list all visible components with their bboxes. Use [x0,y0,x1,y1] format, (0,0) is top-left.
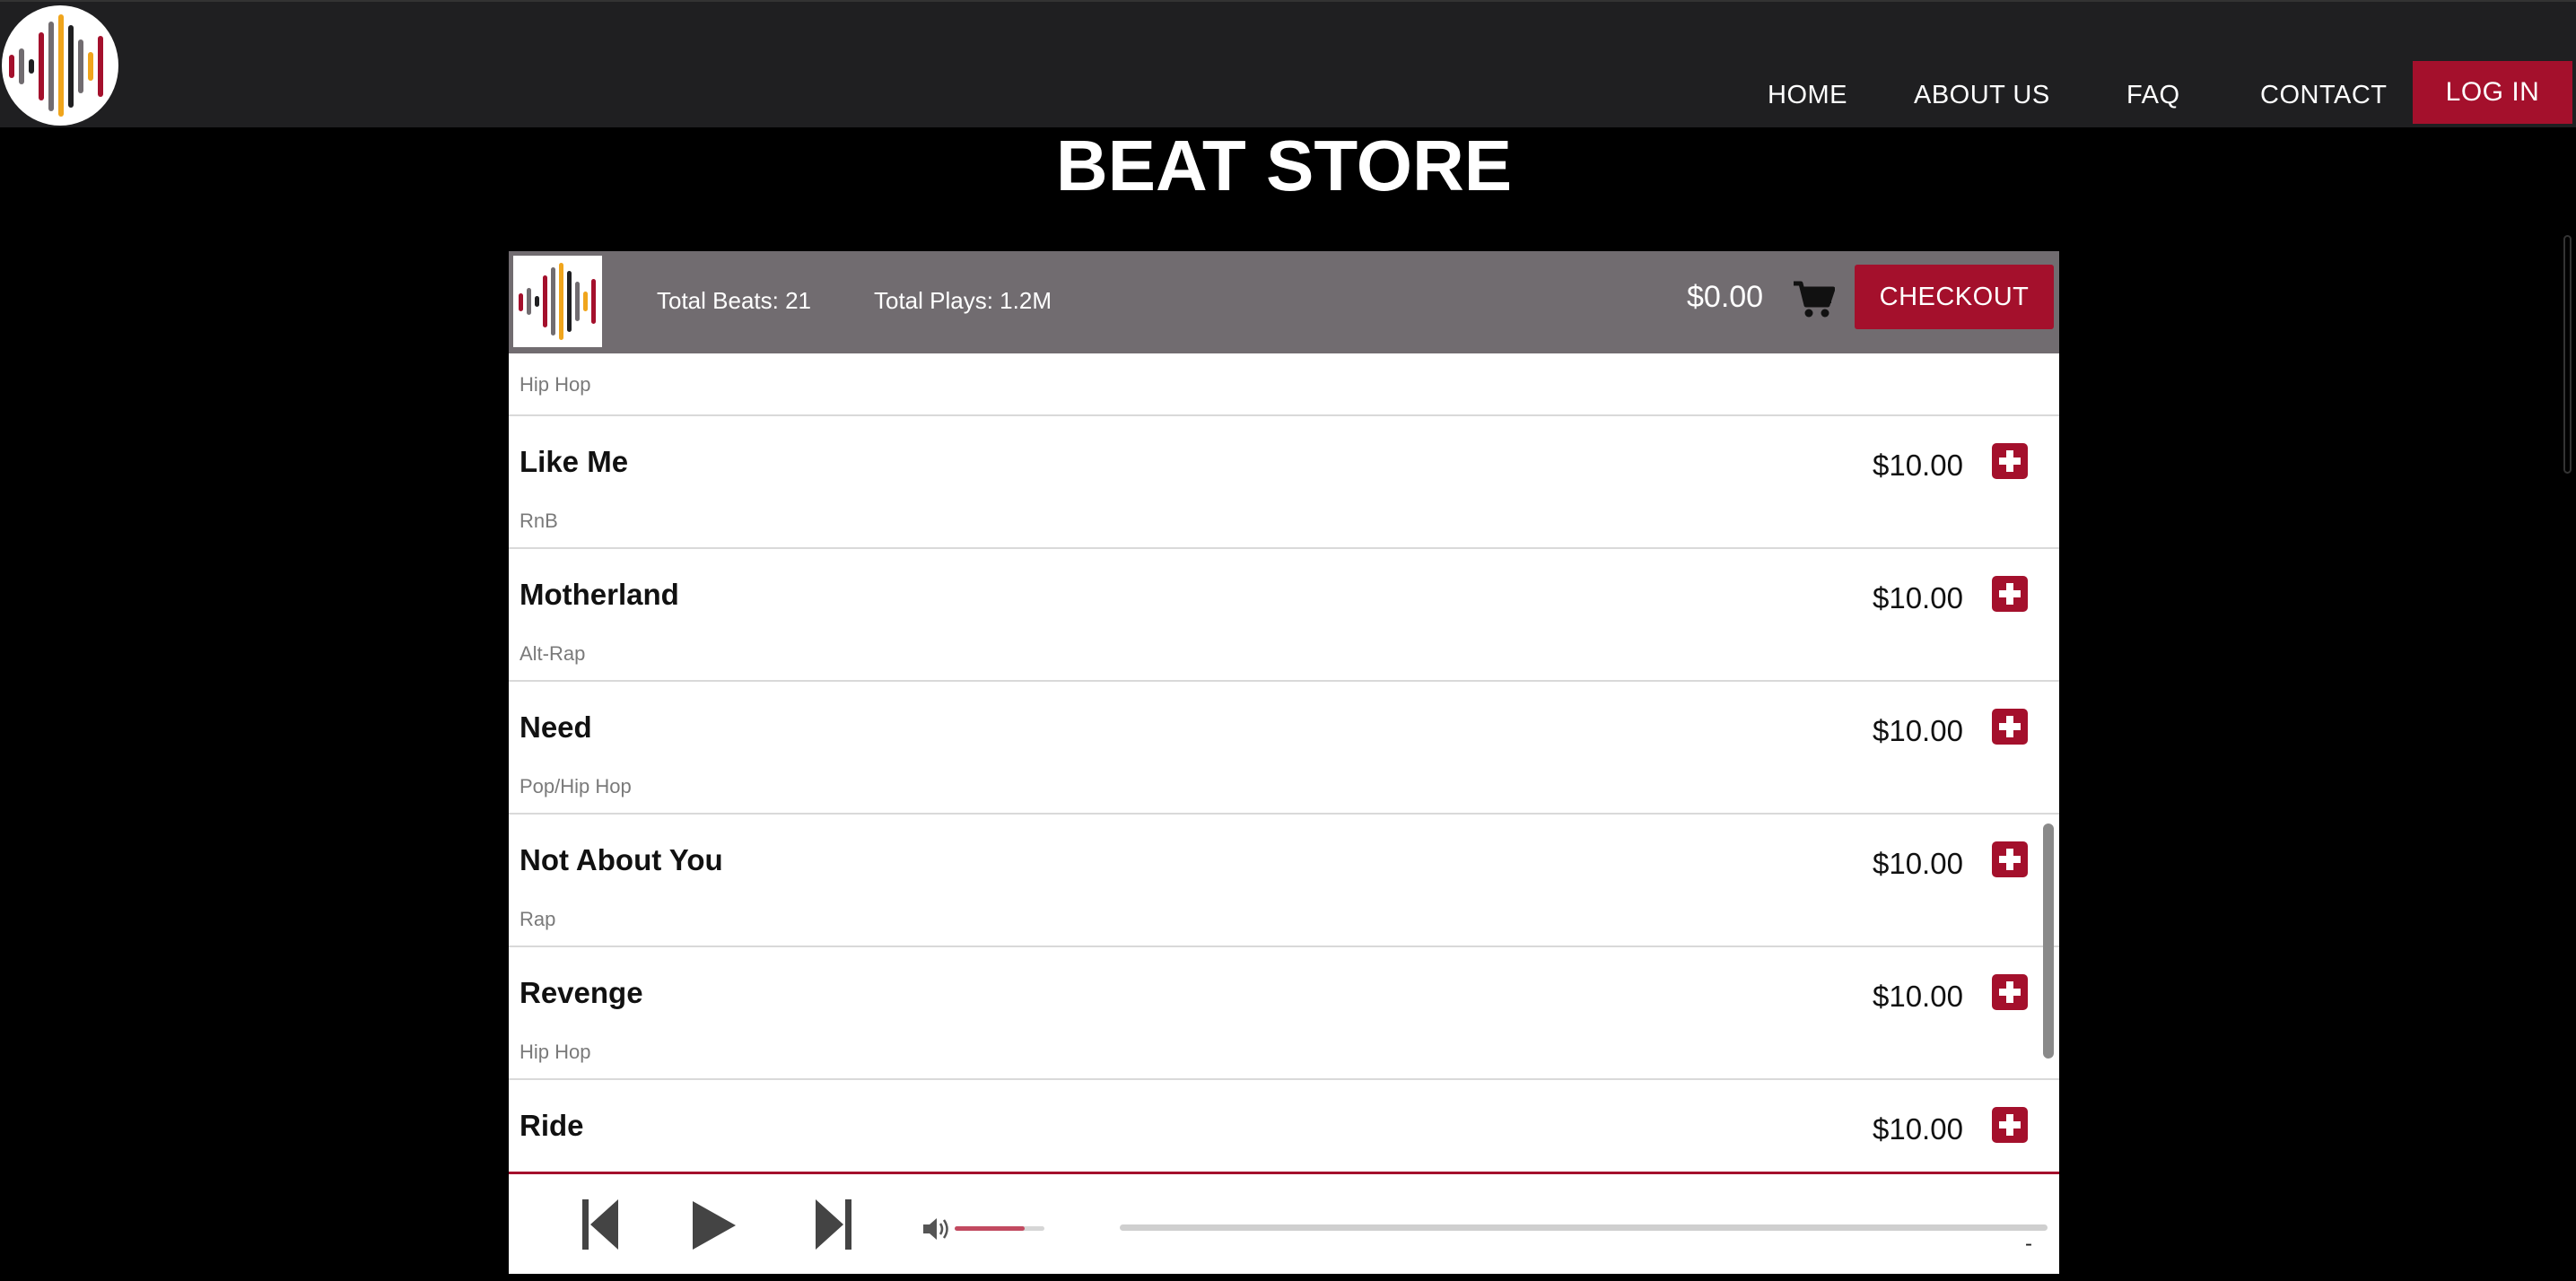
beat-genre: Rap [520,908,556,930]
beat-list: Hip Hop Like Me RnB $10.00 Motherland Al… [509,353,2059,1154]
beat-price: $10.00 [1873,847,1963,880]
list-item[interactable]: Motherland Alt-Rap $10.00 [509,549,2059,682]
beat-title: Revenge [520,976,643,1009]
list-item[interactable]: Ride $10.00 [509,1080,2059,1154]
beat-title: Not About You [520,843,723,876]
beat-genre: Hip Hop [520,1041,591,1063]
store-logo [513,256,602,347]
total-beats-stat: Total Beats: 21 [657,287,811,314]
beat-price: $10.00 [1873,980,1963,1013]
list-item[interactable]: Not About You Rap $10.00 [509,815,2059,947]
list-item[interactable]: Hip Hop [509,353,2059,416]
login-button[interactable]: LOG IN [2413,61,2572,124]
beat-genre: RnB [520,510,558,532]
beat-price: $10.00 [1873,1112,1963,1146]
beat-genre: Alt-Rap [520,642,586,665]
add-to-cart-plus-icon[interactable] [1992,576,2028,612]
beat-price: $10.00 [1873,581,1963,614]
add-to-cart-plus-icon[interactable] [1992,709,2028,745]
nav-about-link[interactable]: ABOUT US [1914,81,2050,110]
shopping-cart-icon[interactable] [1792,280,1835,319]
cart-total: $0.00 [1687,280,1764,314]
beat-list-scrollbar[interactable] [2043,824,2054,1059]
playback-progress-bar[interactable] [1120,1224,2048,1231]
top-navbar: HOME ABOUT US FAQ CONTACT LOG IN [0,0,2576,127]
speaker-icon[interactable] [921,1216,952,1242]
sound-wave-logo-icon [9,14,103,117]
audio-player: - [509,1172,2059,1274]
site-logo[interactable] [2,5,118,126]
beat-title: Ride [520,1109,584,1142]
list-item[interactable]: Need Pop/Hip Hop $10.00 [509,682,2059,815]
beat-title: Like Me [520,445,629,478]
beat-genre: Hip Hop [520,373,591,396]
list-item[interactable]: Like Me RnB $10.00 [509,416,2059,549]
checkout-button[interactable]: CHECKOUT [1855,265,2054,329]
page-scrollbar[interactable] [2563,235,2572,474]
page-title: BEAT STORE [1055,126,1513,205]
volume-slider-fill [955,1226,1025,1231]
play-icon[interactable] [691,1199,738,1251]
total-plays-stat: Total Plays: 1.2M [874,287,1052,314]
add-to-cart-plus-icon[interactable] [1992,841,2028,877]
store-header: Total Beats: 21 Total Plays: 1.2M $0.00 … [509,251,2059,353]
beat-genre: Pop/Hip Hop [520,775,632,797]
time-readout: - [2025,1232,2032,1256]
nav-faq-link[interactable]: FAQ [2126,81,2180,110]
add-to-cart-plus-icon[interactable] [1992,1107,2028,1143]
list-item[interactable]: Revenge Hip Hop $10.00 [509,947,2059,1080]
skip-next-icon[interactable] [814,1198,853,1251]
sound-wave-logo-icon [519,263,596,340]
nav-home-link[interactable]: HOME [1768,81,1847,110]
beat-price: $10.00 [1873,449,1963,482]
beat-title: Motherland [520,578,679,611]
beat-store-panel: Total Beats: 21 Total Plays: 1.2M $0.00 … [509,251,2059,1274]
volume-slider[interactable] [955,1226,1044,1231]
skip-previous-icon[interactable] [581,1198,620,1251]
add-to-cart-plus-icon[interactable] [1992,974,2028,1010]
add-to-cart-plus-icon[interactable] [1992,443,2028,479]
nav-contact-link[interactable]: CONTACT [2260,81,2388,110]
beat-title: Need [520,710,592,744]
beat-price: $10.00 [1873,714,1963,747]
